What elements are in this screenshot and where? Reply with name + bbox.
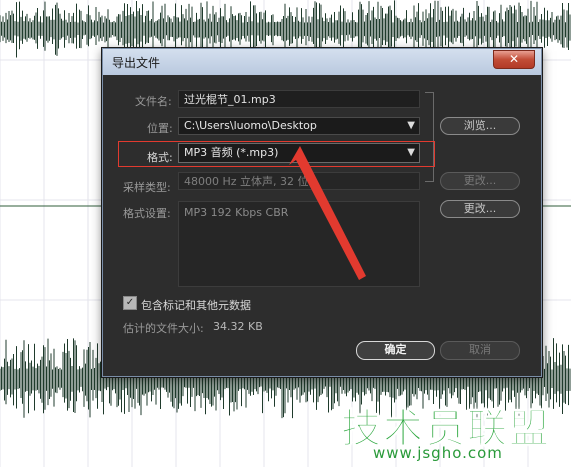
- format-settings-value: MP3 192 Kbps CBR: [184, 206, 289, 219]
- dialog-titlebar: 导出文件 ✕: [103, 49, 541, 75]
- filename-label: 文件名:: [135, 95, 172, 108]
- chevron-down-icon: ▼: [407, 120, 415, 131]
- cancel-button[interactable]: 取消: [440, 341, 520, 360]
- sample-type-label: 采样类型:: [123, 181, 171, 194]
- include-markers-label: 包含标记和其他元数据: [141, 299, 251, 312]
- format-settings-label: 格式设置:: [123, 207, 171, 220]
- estimated-size-label: 估计的文件大小:: [123, 322, 204, 335]
- change-sample-type-button[interactable]: 更改...: [440, 172, 520, 190]
- dialog-title: 导出文件: [112, 56, 161, 70]
- browse-button[interactable]: 浏览...: [440, 117, 520, 135]
- location-bracket: [425, 92, 434, 182]
- sample-type-field: 48000 Hz 立体声, 32 位: [178, 172, 420, 190]
- change-format-settings-button[interactable]: 更改...: [440, 200, 520, 218]
- close-button[interactable]: ✕: [493, 50, 535, 69]
- close-icon: ✕: [508, 52, 520, 66]
- ok-button[interactable]: 确定: [356, 341, 435, 360]
- filename-input[interactable]: 过光棍节_01.mp3: [178, 90, 420, 108]
- location-value: C:\Users\luomo\Desktop: [184, 119, 317, 132]
- format-settings-field: MP3 192 Kbps CBR: [178, 201, 420, 287]
- highlight-box: [118, 141, 435, 167]
- location-select[interactable]: C:\Users\luomo\Desktop ▼: [178, 117, 420, 135]
- dialog-body: 文件名: 过光棍节_01.mp3 位置: C:\Users\luomo\Desk…: [103, 75, 541, 376]
- location-label: 位置:: [147, 122, 173, 135]
- watermark-url: www.jsgho.com: [373, 444, 503, 462]
- estimated-size-value: 34.32 KB: [213, 320, 263, 333]
- include-markers-checkbox[interactable]: ✓: [123, 296, 137, 310]
- export-file-dialog: 导出文件 ✕ 文件名: 过光棍节_01.mp3 位置: C:\Users\luo…: [102, 48, 542, 377]
